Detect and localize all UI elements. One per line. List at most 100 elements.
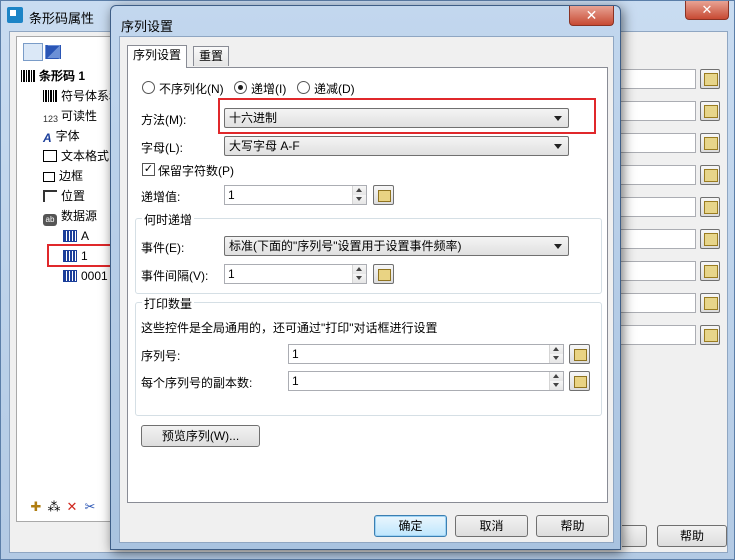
increment-spinner[interactable]: 1 [224, 185, 367, 205]
bg-field-button[interactable] [700, 229, 720, 249]
letter-label: 字母(L): [141, 141, 184, 155]
serial-number-source-button[interactable] [569, 344, 590, 364]
radio-no-serialize[interactable] [142, 81, 155, 94]
tree-item-field-a[interactable]: A [63, 227, 89, 245]
event-select[interactable]: 标准(下面的"序列号"设置用于设置事件频率) [224, 236, 569, 256]
radio-decrement[interactable] [297, 81, 310, 94]
spin-down-icon[interactable] [353, 274, 366, 283]
bg-field-button[interactable] [700, 261, 720, 281]
letter-select[interactable]: 大写字母 A-F [224, 136, 569, 156]
bg-field[interactable] [610, 165, 696, 185]
bg-field[interactable] [610, 261, 696, 281]
tree-item-datasource[interactable]: ab 数据源 [43, 207, 97, 226]
interval-spinner[interactable]: 1 [224, 264, 367, 284]
tree-item-barcode[interactable]: 条形码 1 [21, 67, 85, 85]
keep-digits-checkbox[interactable]: ✓ [142, 163, 155, 176]
spin-up-icon[interactable] [550, 345, 563, 354]
help-button[interactable]: 帮助 [536, 515, 609, 537]
new-item-icon[interactable]: ✚ [27, 499, 45, 515]
spin-down-icon[interactable] [550, 381, 563, 390]
bg-field[interactable] [610, 325, 696, 345]
interval-value: 1 [228, 267, 235, 281]
tree-bottom-toolbar: ✚ ⁂ ✕ ✂ [27, 499, 99, 515]
when-increment-group: 何时递增 事件(E): 标准(下面的"序列号"设置用于设置事件频率) 事件间隔(… [135, 211, 602, 294]
bg-field[interactable] [610, 133, 696, 153]
cut-icon[interactable]: ✂ [81, 499, 99, 515]
datasource-icon: ab [43, 214, 57, 226]
background-close-button[interactable]: ✕ [685, 1, 729, 20]
print-note: 这些控件是全局通用的，还可通过"打印"对话框进行设置 [141, 321, 438, 335]
bg-field-button[interactable] [700, 293, 720, 313]
serial-settings-panel: 不序列化(N) 递增(I) 递减(D) 方法(M): 十六进制 字母(L): 大… [127, 67, 608, 503]
radio-increment-label: 递增(I) [251, 82, 287, 96]
serial-settings-dialog: 序列设置 ✕ 序列设置 重置 不序列化(N) 递增(I) 递减(D) 方法(M)… [110, 5, 621, 550]
bg-field[interactable] [610, 197, 696, 217]
method-highlight-box [218, 98, 596, 134]
radio-no-serialize-label: 不序列化(N) [159, 82, 224, 96]
interval-label: 事件间隔(V): [141, 269, 209, 283]
serial-number-label: 序列号: [141, 349, 181, 363]
spin-up-icon[interactable] [550, 372, 563, 381]
tree-view-icon[interactable] [23, 43, 43, 61]
increment-label: 递增值: [141, 190, 181, 204]
tree-item-position[interactable]: 位置 [43, 187, 85, 205]
increment-value: 1 [228, 188, 235, 202]
tree-item-field-0001[interactable]: 0001 [63, 267, 108, 285]
bg-field-button[interactable] [700, 101, 720, 121]
field-icon [63, 270, 77, 282]
dialog-close-button[interactable]: ✕ [569, 6, 614, 26]
spin-up-icon[interactable] [353, 265, 366, 274]
tab-serial-settings[interactable]: 序列设置 [127, 45, 188, 68]
preview-serial-button[interactable]: 预览序列(W)... [141, 425, 260, 447]
bg-field-button[interactable] [700, 165, 720, 185]
print-quantity-group: 打印数量 这些控件是全局通用的，还可通过"打印"对话框进行设置 序列号: 1 每… [135, 295, 602, 416]
app-icon [7, 7, 23, 23]
spinner-buttons[interactable] [352, 265, 366, 283]
bg-field-button[interactable] [700, 197, 720, 217]
copies-spinner[interactable]: 1 [288, 371, 564, 391]
tree-item-font[interactable]: A 字体 [43, 127, 80, 145]
spin-up-icon[interactable] [353, 186, 366, 195]
list-view-icon[interactable] [45, 45, 61, 59]
delete-icon[interactable]: ✕ [63, 499, 81, 515]
radio-decrement-label: 递减(D) [314, 82, 355, 96]
tree-toolbar [23, 43, 63, 61]
event-label: 事件(E): [141, 241, 185, 255]
bg-field[interactable] [610, 101, 696, 121]
tree-item-readability[interactable]: 123 可读性 [43, 107, 97, 125]
bg-cancel-button[interactable] [622, 525, 647, 547]
bg-field-button[interactable] [700, 325, 720, 345]
bg-field[interactable] [610, 229, 696, 249]
field-icon [63, 230, 77, 242]
bg-field-button[interactable] [700, 69, 720, 89]
ok-button[interactable]: 确定 [374, 515, 447, 537]
barcode-icon [21, 70, 35, 82]
spinner-buttons[interactable] [549, 345, 563, 363]
bg-field[interactable] [610, 69, 696, 89]
radio-increment[interactable] [234, 81, 247, 94]
text-123-icon: 123 [43, 114, 59, 124]
tree-item-text-format[interactable]: 文本格式 [43, 147, 109, 165]
tree-item-border[interactable]: 边框 [43, 167, 83, 185]
dialog-title: 序列设置 [121, 19, 174, 34]
spin-down-icon[interactable] [550, 354, 563, 363]
cancel-button[interactable]: 取消 [455, 515, 528, 537]
serial-number-spinner[interactable]: 1 [288, 344, 564, 364]
bg-field-button[interactable] [700, 133, 720, 153]
spinner-buttons[interactable] [549, 372, 563, 390]
bg-help-button[interactable]: 帮助 [657, 525, 727, 547]
copies-label: 每个序列号的副本数: [141, 376, 253, 390]
copies-source-button[interactable] [569, 371, 590, 391]
background-window-title: 条形码属性 [29, 11, 95, 26]
bg-field[interactable] [610, 293, 696, 313]
spin-down-icon[interactable] [353, 195, 366, 204]
magic-wand-icon[interactable]: ⁂ [45, 499, 63, 515]
spinner-buttons[interactable] [352, 186, 366, 204]
interval-source-button[interactable] [373, 264, 394, 284]
tab-reset[interactable]: 重置 [193, 46, 230, 66]
increment-source-button[interactable] [373, 185, 394, 205]
font-icon: A [43, 131, 52, 145]
method-label: 方法(M): [141, 113, 187, 127]
barcode-icon [43, 90, 57, 102]
property-tree: 条形码 1 符号体系和 123 可读性 A 字体 文本格式 边框 位置 ab 数据源 … [16, 36, 125, 522]
